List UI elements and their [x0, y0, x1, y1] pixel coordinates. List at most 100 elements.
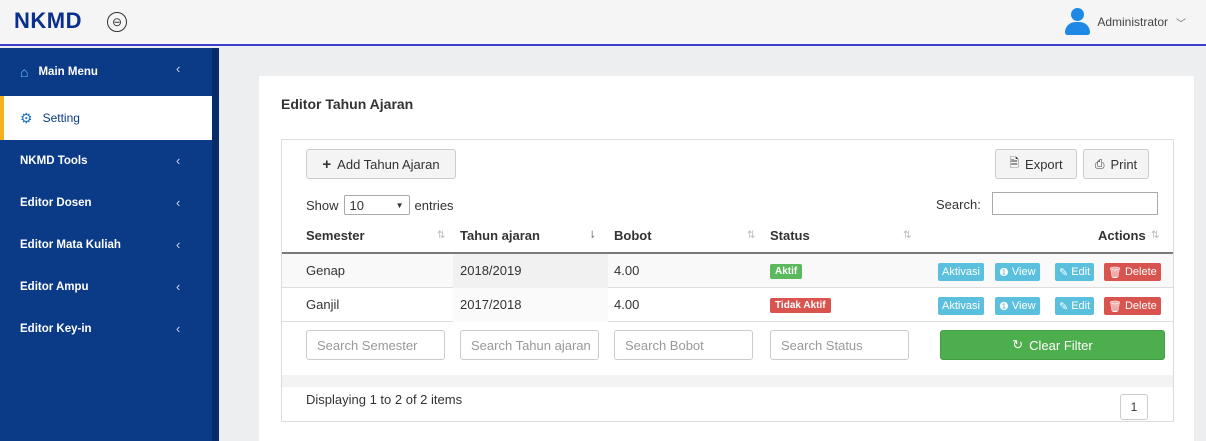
- edit-button[interactable]: ✎ Edit: [1055, 263, 1095, 281]
- chevron-left-icon: ‹: [176, 321, 181, 336]
- sort-icon: ⇅: [747, 230, 756, 241]
- aktivasi-button[interactable]: Aktivasi: [938, 297, 984, 315]
- filter-row: Search Semester Search Tahun ajaran Sear…: [282, 324, 1173, 372]
- refresh-icon: ↻: [1012, 337, 1024, 352]
- view-button[interactable]: ❶ View: [995, 263, 1040, 281]
- table-row: Ganjil 2017/2018 4.00 Tidak Aktif Aktiva…: [282, 288, 1173, 322]
- sidebar-item-editor-dosen[interactable]: Editor Dosen ‹: [0, 182, 212, 224]
- pencil-icon: ✎: [1059, 300, 1069, 313]
- sidebar-item-main-menu[interactable]: ⌂ Main Menu ‹: [0, 48, 212, 96]
- plus-icon: +: [322, 155, 332, 173]
- col-header-semester[interactable]: Semester: [306, 228, 365, 243]
- sidebar-item-label: Main Menu: [38, 66, 98, 78]
- sidebar-item-label: Editor Ampu: [20, 281, 89, 293]
- sidebar-item-label: Editor Dosen: [20, 197, 92, 209]
- sidebar-item-label: NKMD Tools: [20, 155, 88, 167]
- entries-label: entries: [414, 197, 454, 213]
- sort-icon: ⇅: [903, 230, 912, 241]
- page-button[interactable]: 1: [1120, 394, 1148, 420]
- table-row: Genap 2018/2019 4.00 Aktif Aktivasi ❶ Vie…: [282, 254, 1173, 288]
- chevron-left-icon: ‹: [176, 237, 181, 252]
- printer-icon: ⎙: [1094, 156, 1105, 171]
- cell-tahun-ajaran: 2018/2019: [460, 263, 522, 278]
- sidebar-item-label: Setting: [42, 111, 80, 125]
- aktivasi-button[interactable]: Aktivasi: [938, 263, 984, 281]
- status-badge: Tidak Aktif: [770, 298, 831, 313]
- pagination-info: Displaying 1 to 2 of 2 items: [306, 392, 463, 407]
- status-badge: Aktif: [770, 264, 803, 279]
- chevron-down-icon: ﹀: [1176, 18, 1186, 30]
- delete-button[interactable]: 🗑 Delete: [1104, 297, 1161, 315]
- cell-bobot: 4.00: [614, 263, 640, 278]
- chevron-left-icon: ‹: [176, 153, 181, 168]
- table-panel: + Add Tahun Ajaran 🗎 Export ⎙ Print Show…: [281, 139, 1174, 422]
- home-icon: ⌂: [20, 64, 29, 80]
- search-tahun-ajaran-input[interactable]: Search Tahun ajaran: [460, 330, 599, 360]
- entries-select[interactable]: 10 ▼: [343, 195, 410, 215]
- edit-button[interactable]: ✎ Edit: [1055, 297, 1095, 315]
- chevron-left-icon: ‹: [176, 195, 181, 210]
- sidebar-item-editor-key-in[interactable]: Editor Key-in ‹: [0, 308, 212, 350]
- sort-desc-icon: ⇂: [588, 230, 597, 241]
- entries-select-value: 10: [349, 197, 364, 213]
- sidebar-item-label: Editor Mata Kuliah: [20, 239, 121, 251]
- view-label: View: [1011, 300, 1036, 312]
- user-name: Administrator: [1097, 15, 1168, 29]
- content-card: Editor Tahun Ajaran + Add Tahun Ajaran 🗎…: [259, 76, 1194, 441]
- chevron-left-icon: ‹: [176, 279, 181, 294]
- gear-icon: ⚙: [20, 109, 33, 126]
- sidebar-item-editor-ampu[interactable]: Editor Ampu ‹: [0, 266, 212, 308]
- cell-semester: Genap: [306, 263, 346, 278]
- sort-icon: ⇅: [1151, 230, 1160, 241]
- chevron-left-icon: ‹: [176, 61, 181, 76]
- sidebar-item-editor-mata-kuliah[interactable]: Editor Mata Kuliah ‹: [0, 224, 212, 266]
- search-bobot-input[interactable]: Search Bobot: [614, 330, 753, 360]
- sort-icon: ⇅: [437, 230, 446, 241]
- search-label: Search:: [936, 197, 981, 212]
- print-button[interactable]: ⎙ Print: [1083, 149, 1149, 179]
- top-navbar: NKMD ⊖ Administrator ﹀: [0, 0, 1206, 46]
- sidebar-toggle-icon[interactable]: ⊖: [107, 12, 127, 32]
- delete-label: Delete: [1124, 266, 1157, 278]
- trash-icon: 🗑: [1108, 266, 1122, 279]
- trash-icon: 🗑: [1108, 300, 1122, 313]
- cell-semester: Ganjil: [306, 297, 340, 312]
- view-button[interactable]: ❶ View: [995, 297, 1040, 315]
- delete-label: Delete: [1124, 300, 1157, 312]
- view-label: View: [1011, 266, 1036, 278]
- export-button-label: Export: [1025, 156, 1063, 172]
- cell-bobot: 4.00: [614, 297, 640, 312]
- file-export-icon: 🗎: [1009, 155, 1020, 170]
- info-icon: ❶: [999, 266, 1009, 279]
- cell-tahun-ajaran: 2017/2018: [460, 297, 522, 312]
- info-icon: ❶: [999, 300, 1009, 313]
- sidebar-item-label: Editor Key-in: [20, 323, 92, 335]
- sidebar-edge: [212, 48, 219, 441]
- print-button-label: Print: [1110, 156, 1138, 172]
- sidebar-item-setting[interactable]: ⚙ Setting: [0, 96, 212, 140]
- table-footer-bar: [282, 375, 1173, 387]
- add-tahun-ajaran-button[interactable]: + Add Tahun Ajaran: [306, 149, 456, 179]
- delete-button[interactable]: 🗑 Delete: [1104, 263, 1161, 281]
- clear-filter-label: Clear Filter: [1029, 337, 1093, 353]
- col-header-tahun-ajaran[interactable]: Tahun ajaran: [460, 228, 540, 243]
- brand-logo[interactable]: NKMD: [14, 8, 82, 34]
- export-button[interactable]: 🗎 Export: [995, 149, 1077, 179]
- edit-label: Edit: [1071, 300, 1091, 312]
- user-menu[interactable]: Administrator ﹀: [1065, 8, 1186, 36]
- add-button-label: Add Tahun Ajaran: [337, 156, 440, 172]
- col-header-bobot[interactable]: Bobot: [614, 228, 652, 243]
- page-title: Editor Tahun Ajaran: [281, 96, 414, 112]
- clear-filter-button[interactable]: ↻ Clear Filter: [940, 330, 1165, 360]
- search-status-input[interactable]: Search Status: [770, 330, 909, 360]
- edit-label: Edit: [1071, 266, 1091, 278]
- sidebar-item-nkmd-tools[interactable]: NKMD Tools ‹: [0, 140, 212, 182]
- show-label: Show: [306, 197, 339, 213]
- col-header-status[interactable]: Status: [770, 228, 810, 243]
- col-header-actions[interactable]: Actions: [1098, 228, 1146, 243]
- search-input[interactable]: [992, 192, 1158, 215]
- pencil-icon: ✎: [1059, 266, 1069, 279]
- search-semester-input[interactable]: Search Semester: [306, 330, 445, 360]
- show-entries: Show 10 ▼ entries: [306, 195, 454, 215]
- user-avatar-icon: [1065, 8, 1091, 36]
